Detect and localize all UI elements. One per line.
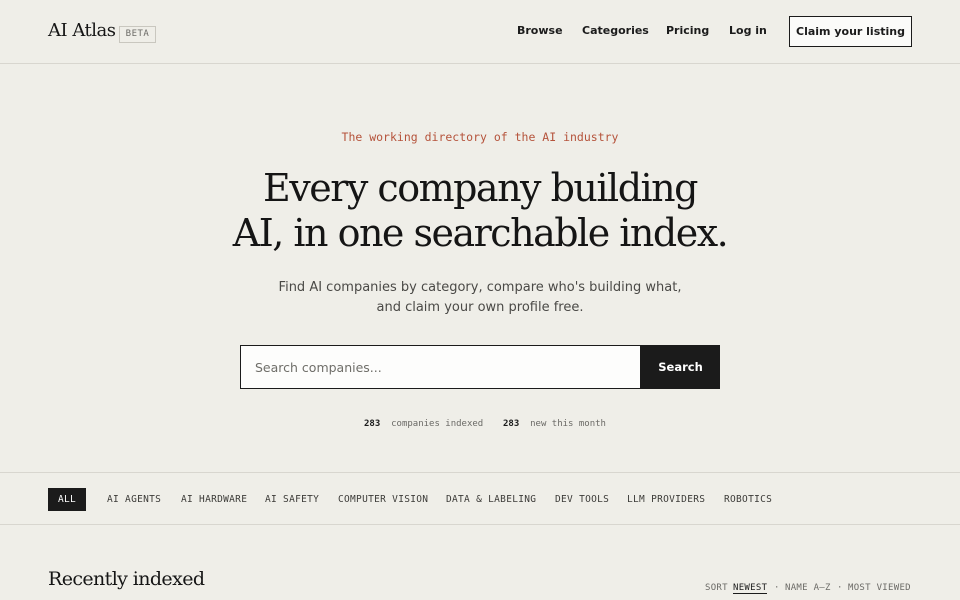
nav-pricing[interactable]: Pricing: [666, 24, 709, 37]
subhead-line-2: and claim your own profile free.: [376, 300, 584, 315]
category-filter-bar: ALL AI AGENTS AI HARDWARE AI SAFETY COMP…: [0, 472, 960, 525]
sort-name-az[interactable]: NAME A–Z: [785, 583, 831, 593]
stat-value: 283: [364, 419, 381, 429]
category-tab-computer-vision[interactable]: COMPUTER VISION: [338, 494, 428, 505]
sort-label: SORT: [705, 583, 728, 593]
stat-new-this-month: 283 new this month: [503, 419, 606, 429]
hero-eyebrow: The working directory of the AI industry: [341, 130, 619, 144]
category-tab-dev-tools[interactable]: DEV TOOLS: [555, 494, 609, 505]
site-logo[interactable]: AI Atlas: [48, 20, 116, 41]
category-tab-data-labeling[interactable]: DATA & LABELING: [446, 494, 536, 505]
headline-line-1: Every company building: [263, 166, 698, 210]
sort-newest[interactable]: NEWEST: [733, 583, 768, 594]
hero-headline: Every company building AI, in one search…: [0, 166, 960, 256]
category-tab-all[interactable]: ALL: [48, 488, 86, 511]
site-header: AI Atlas BETA Browse Categories Pricing …: [0, 0, 960, 64]
category-tab-ai-safety[interactable]: AI SAFETY: [265, 494, 319, 505]
claim-listing-button[interactable]: Claim your listing: [789, 16, 912, 47]
sort-most-viewed[interactable]: MOST VIEWED: [848, 583, 911, 593]
recently-indexed-heading: Recently indexed: [48, 568, 205, 590]
stat-label: companies indexed: [391, 419, 484, 429]
nav-categories[interactable]: Categories: [582, 24, 649, 37]
category-tab-llm-providers[interactable]: LLM PROVIDERS: [627, 494, 705, 505]
search-button[interactable]: Search: [641, 345, 720, 389]
stat-label: new this month: [530, 419, 606, 429]
nav-login[interactable]: Log in: [729, 24, 767, 37]
sort-separator: ·: [837, 583, 843, 593]
stat-companies-indexed: 283 companies indexed: [364, 419, 483, 429]
sort-separator: ·: [774, 583, 780, 593]
beta-badge: BETA: [119, 26, 156, 43]
category-tab-ai-agents[interactable]: AI AGENTS: [107, 494, 161, 505]
stat-value: 283: [503, 419, 520, 429]
category-tab-ai-hardware[interactable]: AI HARDWARE: [181, 494, 247, 505]
hero-subhead: Find AI companies by category, compare w…: [0, 278, 960, 318]
category-tab-robotics[interactable]: ROBOTICS: [724, 494, 772, 505]
subhead-line-1: Find AI companies by category, compare w…: [278, 280, 682, 295]
company-search-input[interactable]: [240, 345, 641, 389]
headline-line-2: AI, in one searchable index.: [232, 211, 729, 255]
nav-browse[interactable]: Browse: [517, 24, 563, 37]
